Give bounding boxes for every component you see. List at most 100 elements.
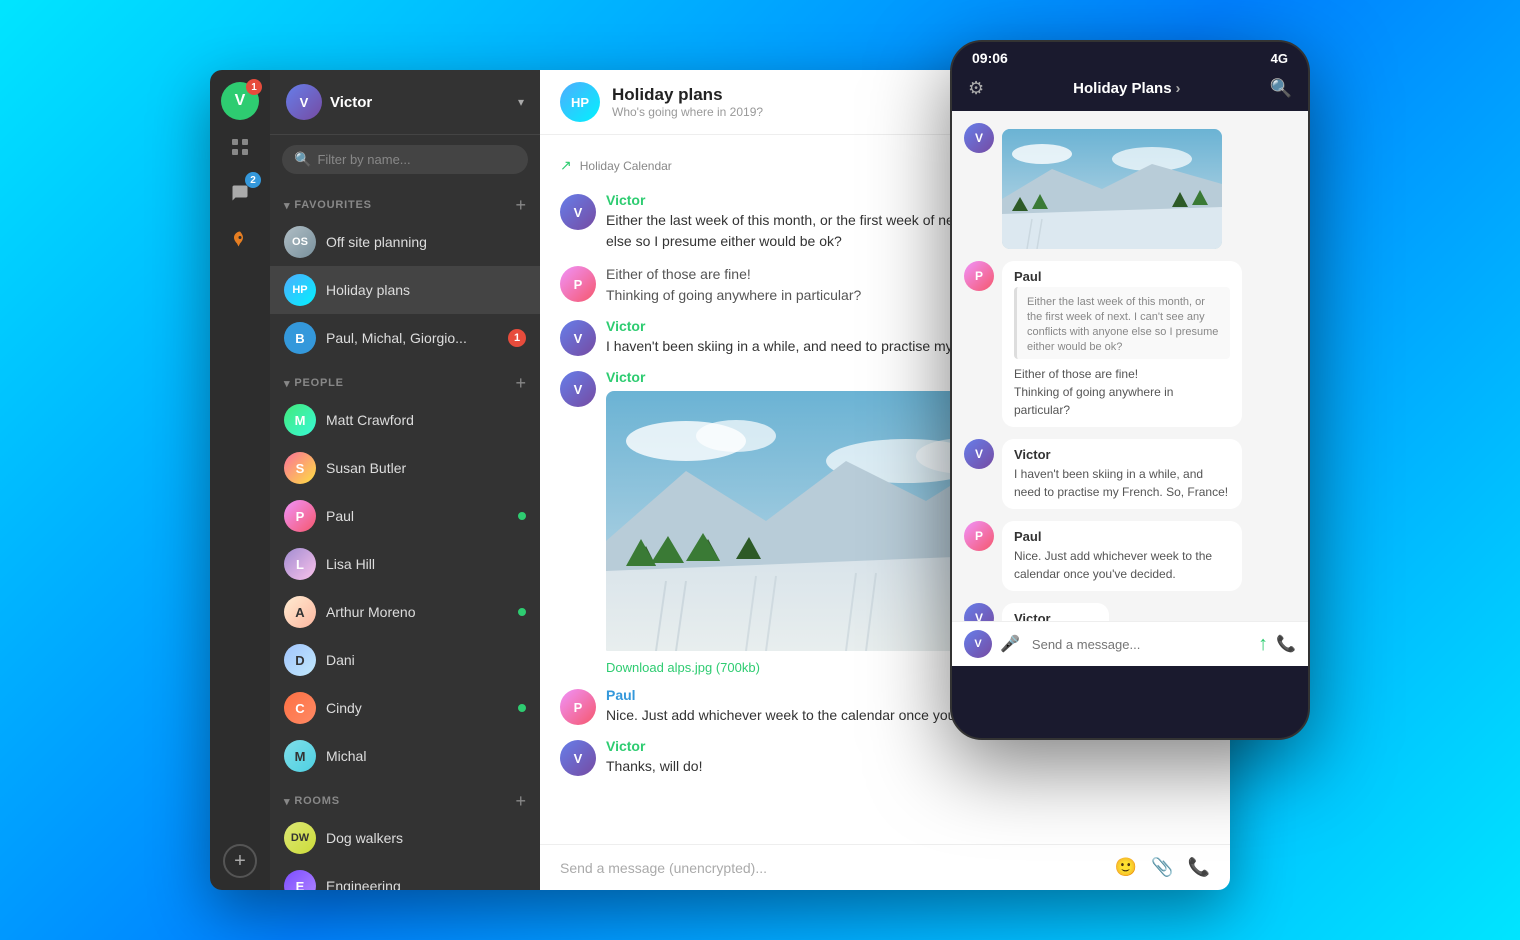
victor-avatar-3: V — [560, 371, 596, 407]
sidebar-item-paul[interactable]: P Paul — [270, 492, 540, 540]
favourites-section-header: ▾ FAVOURITES + — [270, 184, 540, 218]
message-row: V Victor Thanks, will do! — [560, 738, 1210, 777]
mobile-msg-bubble: Victor Thanks, will do! — [1002, 603, 1109, 621]
arthur-name: Arthur Moreno — [326, 604, 508, 620]
message-content: Victor Thanks, will do! — [606, 738, 1210, 777]
mobile-mic-icon[interactable]: 🎤 — [1000, 634, 1020, 654]
attachment-icon[interactable]: 📎 — [1151, 857, 1173, 878]
sidebar-item-cindy[interactable]: C Cindy — [270, 684, 540, 732]
input-actions: 🙂 📎 📞 — [1115, 857, 1210, 878]
mobile-send-icon[interactable]: ↑ — [1258, 633, 1268, 656]
message-sender: Victor — [606, 738, 1210, 754]
sidebar-item-dani[interactable]: D Dani — [270, 636, 540, 684]
chat-badge: 2 — [245, 172, 261, 188]
dog-name: Dog walkers — [326, 830, 526, 846]
mobile-settings-icon[interactable]: ⚙ — [968, 78, 984, 99]
mobile-input-avatar: V — [964, 630, 992, 658]
rooms-add-icon[interactable]: + — [515, 792, 526, 810]
people-add-icon[interactable]: + — [515, 374, 526, 392]
mobile-call-icon[interactable]: 📞 — [1276, 634, 1296, 654]
mobile-sender: Victor — [1014, 611, 1097, 621]
phone-icon[interactable]: 📞 — [1188, 857, 1210, 878]
paul-avatar: P — [284, 500, 316, 532]
rocket-icon-btn[interactable] — [221, 220, 259, 258]
paul-group-badge: 1 — [508, 329, 526, 347]
search-bar[interactable]: 🔍 — [282, 145, 528, 174]
rooms-title: ▾ ROOMS — [284, 795, 340, 808]
people-section-header: ▾ PEOPLE + — [270, 362, 540, 396]
paul-group-name: Paul, Michal, Giorgio... — [326, 330, 498, 346]
paul-online-dot — [518, 512, 526, 520]
mobile-quote: Either the last week of this month, or t… — [1014, 287, 1230, 359]
cindy-avatar: C — [284, 692, 316, 724]
susan-avatar: S — [284, 452, 316, 484]
sidebar-header: V Victor ▾ — [270, 70, 540, 135]
sidebar-item-holiday[interactable]: HP Holiday plans — [270, 266, 540, 314]
mobile-ski-image — [1002, 129, 1222, 249]
mobile-text: Either of those are fine!Thinking of goi… — [1014, 365, 1230, 419]
mobile-message-row: P Paul Nice. Just add whichever week to … — [964, 521, 1296, 591]
dog-avatar: DW — [284, 822, 316, 854]
victor-avatar-4: V — [560, 740, 596, 776]
mobile-message-input[interactable] — [1032, 637, 1250, 652]
grid-icon-btn[interactable] — [221, 128, 259, 166]
dani-name: Dani — [326, 652, 526, 668]
mobile-paul-avatar-2: P — [964, 521, 994, 551]
michal-name: Michal — [326, 748, 526, 764]
sidebar-avatar: V — [286, 84, 322, 120]
sidebar-item-susan[interactable]: S Susan Butler — [270, 444, 540, 492]
user-avatar[interactable]: V 1 — [221, 82, 259, 120]
mobile-chat-header: ⚙ Holiday Plans › 🔍 — [952, 70, 1308, 111]
rooms-section-header: ▾ ROOMS + — [270, 780, 540, 814]
arthur-online-dot — [518, 608, 526, 616]
sidebar-item-eng[interactable]: E Engineering — [270, 862, 540, 890]
holiday-avatar: HP — [284, 274, 316, 306]
mobile-time: 09:06 — [972, 50, 1008, 66]
arthur-avatar: A — [284, 596, 316, 628]
people-title: ▾ PEOPLE — [284, 377, 344, 390]
chat-icon-btn[interactable]: 2 — [221, 174, 259, 212]
mobile-msg-bubble: Paul Nice. Just add whichever week to th… — [1002, 521, 1242, 591]
sidebar-username: Victor — [330, 94, 510, 111]
mobile-victor-avatar: V — [964, 123, 994, 153]
favourites-add-icon[interactable]: + — [515, 196, 526, 214]
mobile-paul-avatar: P — [964, 261, 994, 291]
add-workspace-button[interactable]: + — [223, 844, 257, 878]
mobile-msg-bubble: Victor I haven't been skiing in a while,… — [1002, 439, 1242, 509]
sidebar-item-michal[interactable]: M Michal — [270, 732, 540, 780]
mobile-body[interactable]: V — [952, 111, 1308, 621]
emoji-icon[interactable]: 🙂 — [1115, 857, 1137, 878]
icon-bar-top: V 1 2 — [221, 82, 259, 836]
eng-avatar: E — [284, 870, 316, 890]
mobile-search-icon[interactable]: 🔍 — [1270, 78, 1292, 99]
user-badge: 1 — [246, 79, 262, 95]
icon-bar-bottom: + — [223, 844, 257, 878]
sidebar-item-paul-group[interactable]: B Paul, Michal, Giorgio... 1 — [270, 314, 540, 362]
matt-avatar: M — [284, 404, 316, 436]
sidebar-item-lisa[interactable]: L Lisa Hill — [270, 540, 540, 588]
mobile-header-title: Holiday Plans › — [992, 80, 1261, 97]
sidebar-item-arthur[interactable]: A Arthur Moreno — [270, 588, 540, 636]
sidebar-item-offsite[interactable]: OS Off site planning — [270, 218, 540, 266]
lisa-avatar: L — [284, 548, 316, 580]
mobile-phone: 09:06 4G ⚙ Holiday Plans › 🔍 V — [950, 40, 1310, 740]
calendar-icon: ↗ — [560, 157, 572, 174]
michal-avatar: M — [284, 740, 316, 772]
chat-message-input[interactable] — [560, 860, 1103, 876]
search-icon: 🔍 — [294, 151, 311, 168]
icon-bar: V 1 2 — [210, 70, 270, 890]
chevron-down-icon: ▾ — [518, 95, 524, 109]
matt-name: Matt Crawford — [326, 412, 526, 428]
sidebar-item-dog[interactable]: DW Dog walkers — [270, 814, 540, 862]
cindy-name: Cindy — [326, 700, 508, 716]
mobile-sender: Paul — [1014, 269, 1230, 284]
search-input[interactable] — [317, 152, 516, 167]
mobile-message-content — [1002, 123, 1222, 249]
mobile-sender: Victor — [1014, 447, 1230, 462]
offsite-avatar: OS — [284, 226, 316, 258]
mobile-message-row: P Paul Either the last week of this mont… — [964, 261, 1296, 427]
mobile-signal: 4G — [1271, 51, 1288, 66]
paul-group-avatar: B — [284, 322, 316, 354]
holiday-name: Holiday plans — [326, 282, 526, 298]
sidebar-item-matt[interactable]: M Matt Crawford — [270, 396, 540, 444]
